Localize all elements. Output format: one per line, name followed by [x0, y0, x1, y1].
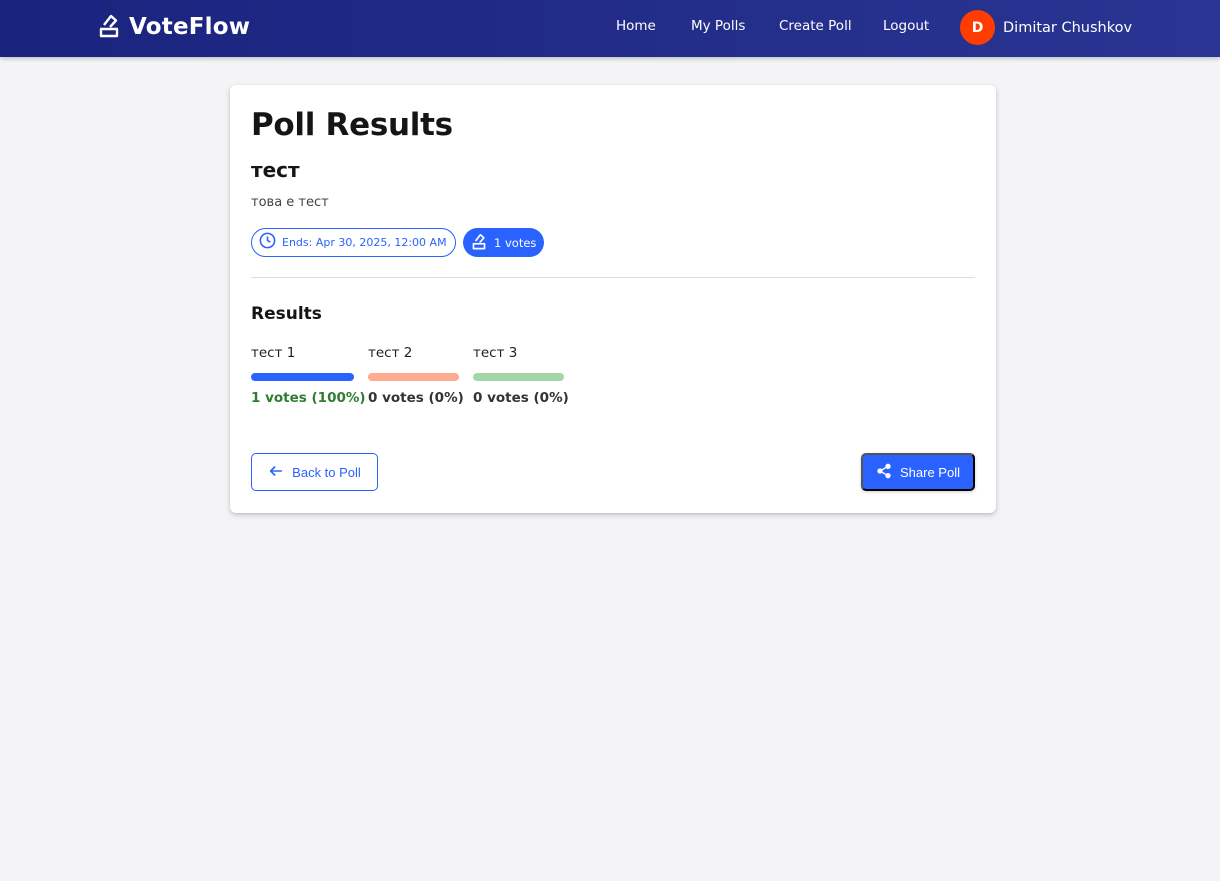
clock-icon	[258, 231, 277, 254]
option-vote-count: 0 votes (0%)	[368, 390, 464, 406]
poll-results-card: Poll Results тест това е тест Ends: Apr …	[230, 85, 996, 513]
arrow-left-icon	[268, 463, 284, 482]
poll-description: това е тест	[251, 195, 329, 210]
votes-label: 1 votes	[494, 235, 537, 250]
top-navbar: VoteFlow Home My Polls Create Poll Logou…	[0, 0, 1220, 57]
poll-name: тест	[251, 158, 300, 182]
nav-home[interactable]: Home	[616, 18, 656, 34]
back-to-poll-label: Back to Poll	[292, 464, 361, 480]
result-option: тест 2 0 votes (0%)	[368, 345, 464, 406]
option-label: тест 2	[368, 345, 413, 361]
brand-name: VoteFlow	[129, 14, 251, 40]
end-date-label: Ends: Apr 30, 2025, 12:00 AM	[282, 236, 447, 249]
option-label: тест 1	[251, 345, 296, 361]
option-label: тест 3	[473, 345, 518, 361]
option-progress-bar	[251, 373, 354, 381]
share-icon	[876, 463, 892, 482]
ballot-box-icon	[470, 232, 488, 254]
result-option: тест 3 0 votes (0%)	[473, 345, 569, 406]
option-vote-count: 1 votes (100%)	[251, 390, 366, 406]
results-heading: Results	[251, 304, 322, 324]
avatar: D	[960, 10, 995, 45]
option-vote-count: 0 votes (0%)	[473, 390, 569, 406]
brand-logo-link[interactable]: VoteFlow	[97, 12, 250, 42]
option-progress-bar	[473, 373, 564, 381]
share-poll-label: Share Poll	[900, 464, 960, 480]
page-title: Poll Results	[251, 107, 453, 143]
back-to-poll-button[interactable]: Back to Poll	[251, 453, 378, 491]
nav-my-polls[interactable]: My Polls	[691, 18, 745, 34]
divider	[251, 277, 975, 278]
user-menu[interactable]: D Dimitar Chushkov	[960, 10, 1132, 45]
share-poll-button[interactable]: Share Poll	[861, 453, 975, 491]
result-option: тест 1 1 votes (100%)	[251, 345, 366, 406]
votes-chip: 1 votes	[463, 228, 544, 257]
ballot-box-icon	[97, 12, 121, 42]
nav-logout[interactable]: Logout	[883, 18, 929, 34]
option-progress-bar	[368, 373, 459, 381]
end-date-chip: Ends: Apr 30, 2025, 12:00 AM	[251, 228, 456, 257]
nav-create-poll[interactable]: Create Poll	[779, 18, 852, 34]
user-name: Dimitar Chushkov	[1003, 19, 1133, 36]
